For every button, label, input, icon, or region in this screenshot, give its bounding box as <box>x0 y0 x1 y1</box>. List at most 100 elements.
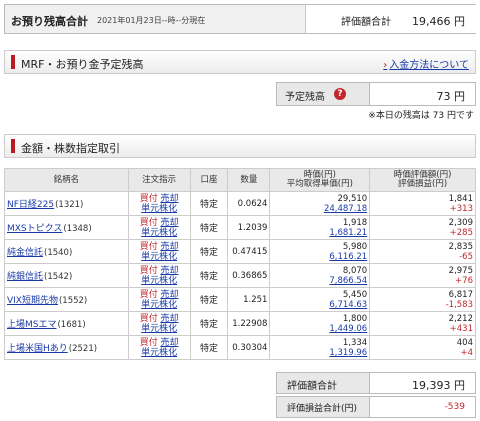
header-account: 口座 <box>189 168 229 192</box>
account-summary-bar: お預り残高合計 2021年01月23日--時--分現在 評価額合計 19,466… <box>4 4 477 34</box>
unit-stock-button[interactable]: 単元株化 <box>141 276 177 286</box>
security-name-link[interactable]: NF日経225 <box>7 200 54 210</box>
buy-button[interactable]: 買付 <box>140 242 158 252</box>
cell-name: NF日経225(1321) <box>4 191 129 216</box>
cell-price: 1,918 1,681.21 <box>269 215 371 240</box>
deposit-method-link[interactable]: › 入金方法について <box>383 56 469 71</box>
security-name-link[interactable]: 純金信託 <box>7 248 43 258</box>
holdings-section-header: 金額・株数指定取引 <box>4 134 476 158</box>
arrow-right-icon: › <box>383 60 388 71</box>
cell-order: 買付 売却 単元株化 <box>127 311 191 336</box>
cell-price: 5,980 6,116.21 <box>269 239 371 264</box>
avg-price-link[interactable]: 6,714.63 <box>329 300 367 310</box>
buy-button[interactable]: 買付 <box>140 194 158 204</box>
security-name-link[interactable]: MXSトピクス <box>7 224 62 234</box>
avg-price-link[interactable]: 1,319.96 <box>329 348 367 358</box>
avg-price-link[interactable]: 1,681.21 <box>329 228 367 238</box>
avg-price-link[interactable]: 7,866.54 <box>329 276 367 286</box>
sell-button[interactable]: 売却 <box>160 338 178 348</box>
sell-button[interactable]: 売却 <box>160 242 178 252</box>
security-name-link[interactable]: 上場MSエマ <box>7 320 56 330</box>
unit-stock-button[interactable]: 単元株化 <box>141 228 177 238</box>
security-code: (1348) <box>63 224 92 234</box>
sell-button[interactable]: 売却 <box>160 314 178 324</box>
eval-pl: +313 <box>449 203 473 214</box>
sell-button[interactable]: 売却 <box>160 290 178 300</box>
unit-stock-button[interactable]: 単元株化 <box>141 324 177 334</box>
security-name-link[interactable]: 純銀信託 <box>7 272 43 282</box>
cell-qty: 0.47415 <box>227 239 271 264</box>
cell-name: 上場米国Hあり(2521) <box>4 335 129 360</box>
total-eval-label-cell: 評価額合計 <box>277 373 370 393</box>
cell-name: 純金信託(1540) <box>4 239 129 264</box>
cell-qty: 0.0624 <box>227 191 271 216</box>
avg-price-link[interactable]: 1,449.06 <box>329 324 367 334</box>
holdings-table: 銘柄名 注文指示 口座 数量 時価(円) 平均取得単価(円) 時価評価額(円) 評価… <box>4 168 476 360</box>
mrf-section-title: MRF・お預り金予定残高 <box>21 58 144 71</box>
cell-eval: 2,309 +285 <box>369 215 476 240</box>
total-eval-box: 評価額合計 19,393 円 <box>276 372 476 394</box>
cell-account: 特定 <box>189 263 229 288</box>
unit-stock-button[interactable]: 単元株化 <box>141 300 177 310</box>
table-row: MXSトピクス(1348) 買付 売却 単元株化 特定 1.2039 1,918 1,681… <box>4 215 476 240</box>
unit-stock-button[interactable]: 単元株化 <box>141 348 177 358</box>
buy-button[interactable]: 買付 <box>140 218 158 228</box>
current-price: 1,334 <box>342 337 368 348</box>
security-code: (1540) <box>44 248 73 258</box>
security-name-link[interactable]: VIX短期先物 <box>7 296 58 306</box>
security-name-link[interactable]: 上場米国Hあり <box>7 344 68 354</box>
buy-button[interactable]: 買付 <box>140 314 158 324</box>
avg-price-link[interactable]: 24,487.18 <box>324 204 367 214</box>
cell-account: 特定 <box>189 215 229 240</box>
cell-price: 8,070 7,866.54 <box>269 263 371 288</box>
table-header-row: 銘柄名 注文指示 口座 数量 時価(円) 平均取得単価(円) 時価評価額(円) 評価… <box>4 168 476 192</box>
header-eval-pl: 評価損益(円) <box>398 179 448 189</box>
avg-price-link[interactable]: 6,116.21 <box>329 252 367 262</box>
sell-button[interactable]: 売却 <box>160 218 178 228</box>
current-price: 8,070 <box>342 265 368 276</box>
cell-eval: 2,212 +431 <box>369 311 476 336</box>
security-code: (2521) <box>68 344 98 354</box>
eval-pl: -1,583 <box>445 299 473 310</box>
current-price: 29,510 <box>337 193 368 204</box>
deposit-method-link-label[interactable]: 入金方法について <box>389 60 469 71</box>
cell-eval: 6,817 -1,583 <box>369 287 476 312</box>
sell-button[interactable]: 売却 <box>160 194 178 204</box>
cell-order: 買付 売却 単元株化 <box>127 263 191 288</box>
total-pl-label-cell: 評価損益合計(円) <box>277 397 370 417</box>
unit-stock-button[interactable]: 単元株化 <box>141 204 177 214</box>
eval-pl: +4 <box>460 347 473 358</box>
security-code: (1552) <box>58 296 88 306</box>
cell-order: 買付 売却 単元株化 <box>127 215 191 240</box>
scheduled-balance-label-cell: 予定残高 ? <box>277 83 370 105</box>
buy-button[interactable]: 買付 <box>140 266 158 276</box>
buy-button[interactable]: 買付 <box>140 338 158 348</box>
cell-name: VIX短期先物(1552) <box>4 287 129 312</box>
summary-title: お預り残高合計 <box>11 15 88 28</box>
scheduled-balance-box: 予定残高 ? 73 円 <box>276 82 476 106</box>
question-circle-icon[interactable]: ? <box>334 88 346 100</box>
cell-account: 特定 <box>189 335 229 360</box>
sell-button[interactable]: 売却 <box>160 266 178 276</box>
cell-qty: 1.22908 <box>227 311 271 336</box>
table-row: 上場米国Hあり(2521) 買付 売却 単元株化 特定 0.30304 1,334 1,31… <box>4 335 476 360</box>
cell-name: 純銀信託(1542) <box>4 263 129 288</box>
current-price: 1,800 <box>342 313 368 324</box>
cell-order: 買付 売却 単元株化 <box>127 239 191 264</box>
header-qty: 数量 <box>227 168 271 192</box>
cell-price: 5,450 6,714.63 <box>269 287 371 312</box>
buy-button[interactable]: 買付 <box>140 290 158 300</box>
section-accent-bar <box>11 55 15 69</box>
table-row: 上場MSエマ(1681) 買付 売却 単元株化 特定 1.22908 1,800 1,449… <box>4 311 476 336</box>
cell-eval: 2,975 +76 <box>369 263 476 288</box>
mrf-section-header: MRF・お預り金予定残高 › 入金方法について <box>4 50 476 74</box>
scheduled-balance-value: 73 円 <box>436 90 466 103</box>
current-price: 5,450 <box>342 289 368 300</box>
eval-pl: +431 <box>449 323 473 334</box>
eval-value: 6,817 <box>448 289 473 300</box>
total-eval-value: 19,393 円 <box>412 379 465 392</box>
unit-stock-button[interactable]: 単元株化 <box>141 252 177 262</box>
security-code: (1321) <box>55 200 84 210</box>
cell-account: 特定 <box>189 191 229 216</box>
current-price: 1,918 <box>342 217 368 228</box>
